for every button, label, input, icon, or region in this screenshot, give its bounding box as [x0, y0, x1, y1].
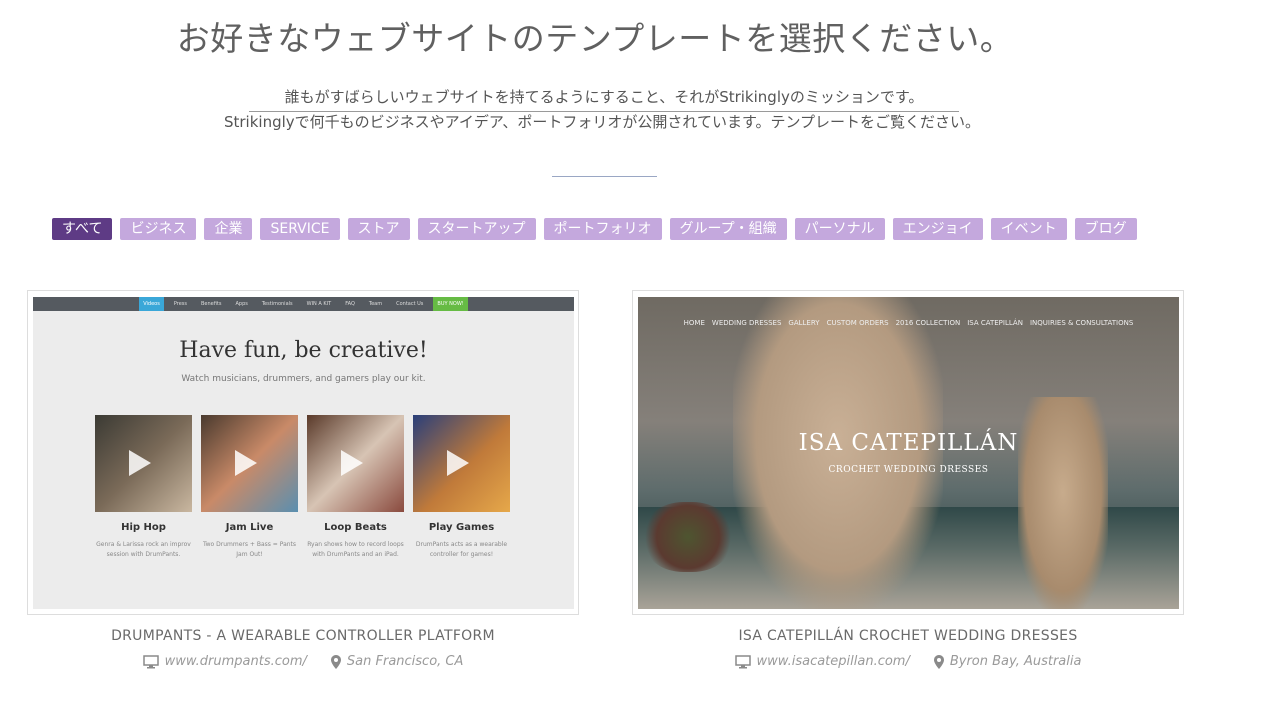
- video-tile: Hip Hop Genra & Larissa rock an improv s…: [95, 415, 192, 560]
- template-card-drumpants[interactable]: Videos Press Benefits Apps Testimonials …: [27, 290, 579, 615]
- thumbnail-logo-subtitle: CROCHET WEDDING DRESSES: [828, 465, 989, 475]
- tile-desc: Ryan shows how to record loops with Drum…: [307, 541, 404, 558]
- description-text: Strikinglyで何千ものビジネスやアイデア、ポートフォリオが公開されていま…: [223, 113, 981, 131]
- thumbnail-nav: Videos Press Benefits Apps Testimonials …: [33, 297, 574, 311]
- video-tile: Jam Live Two Drummers + Bass = Pants Jam…: [201, 415, 298, 560]
- template-card-isacatepillan[interactable]: HOME WEDDING DRESSES GALLERY CUSTOM ORDE…: [632, 290, 1184, 615]
- thumb-nav-item: Benefits: [201, 301, 222, 307]
- filter-personal[interactable]: パーソナル: [794, 218, 885, 240]
- template-title[interactable]: ISA CATEPILLÁN CROCHET WEDDING DRESSES: [632, 628, 1184, 644]
- thumb-nav-item: INQUIRIES & CONSULTATIONS: [1029, 319, 1134, 327]
- mission-text: 誰もがすばらしいウェブサイトを持てるようにすること、それがStrikinglyの…: [249, 86, 959, 112]
- tile-desc: DrumPants acts as a wearable controller …: [415, 541, 508, 558]
- video-image: [307, 415, 404, 512]
- thumb-nav-item: WEDDING DRESSES: [711, 319, 782, 327]
- filter-enjoy[interactable]: エンジョイ: [892, 218, 983, 240]
- tile-desc: Two Drummers + Bass = Pants Jam Out!: [202, 541, 297, 558]
- tile-name: Hip Hop: [121, 522, 166, 533]
- thumb-nav-item: BUY NOW!: [433, 297, 468, 311]
- template-thumbnail[interactable]: HOME WEDDING DRESSES GALLERY CUSTOM ORDE…: [638, 297, 1179, 609]
- page-title: お好きなウェブサイトのテンプレートを選択ください。: [176, 19, 1014, 58]
- video-image: [413, 415, 510, 512]
- thumbnail-heading: Have fun, be creative!: [179, 338, 428, 363]
- thumbnail-tagline: Watch musicians, drummers, and gamers pl…: [181, 374, 426, 384]
- template-title[interactable]: DRUMPANTS - A WEARABLE CONTROLLER PLATFO…: [27, 628, 579, 644]
- filter-group[interactable]: グループ・組織: [669, 218, 787, 240]
- video-tile: Loop Beats Ryan shows how to record loop…: [307, 415, 404, 560]
- monitor-icon: [142, 654, 159, 668]
- thumb-nav-item: Contact Us: [396, 301, 424, 307]
- divider: [552, 176, 657, 177]
- thumb-nav-item: Apps: [235, 301, 248, 307]
- filter-store[interactable]: ストア: [347, 218, 410, 240]
- filter-all[interactable]: すべて: [52, 218, 113, 240]
- tile-name: Play Games: [428, 522, 495, 533]
- play-icon: [447, 450, 469, 476]
- thumb-nav-item: Videos: [139, 297, 164, 311]
- thumb-nav-item: Testimonials: [261, 301, 293, 307]
- thumb-nav-item: CUSTOM ORDERS: [826, 319, 889, 327]
- location-pin-icon: [933, 654, 944, 669]
- template-url[interactable]: www.drumpants.com/: [165, 654, 307, 669]
- thumb-nav-item: Team: [368, 301, 383, 307]
- template-location: Byron Bay, Australia: [949, 654, 1082, 669]
- tile-name: Jam Live: [225, 522, 274, 533]
- location-pin-icon: [330, 654, 341, 669]
- thumbnail-logo: ISA CATEPILLÁN: [798, 430, 1019, 456]
- model-image: [1018, 397, 1108, 609]
- play-icon: [341, 450, 363, 476]
- filter-portfolio[interactable]: ポートフォリオ: [543, 218, 662, 240]
- play-icon: [129, 450, 151, 476]
- thumb-nav-item: 2016 COLLECTION: [895, 319, 961, 327]
- template-meta: www.drumpants.com/ San Francisco, CA: [27, 654, 579, 669]
- bouquet-image: [643, 502, 733, 572]
- filter-business[interactable]: ビジネス: [120, 218, 197, 240]
- thumbnail-nav: HOME WEDDING DRESSES GALLERY CUSTOM ORDE…: [638, 319, 1179, 327]
- tile-desc: Genra & Larissa rock an improv session w…: [96, 541, 191, 558]
- thumb-nav-item: FAQ: [345, 301, 355, 307]
- template-thumbnail[interactable]: Videos Press Benefits Apps Testimonials …: [33, 297, 574, 609]
- video-tile: Play Games DrumPants acts as a wearable …: [413, 415, 510, 560]
- filter-service[interactable]: SERVICE: [260, 218, 340, 240]
- template-location: San Francisco, CA: [346, 654, 464, 669]
- category-filters: すべて ビジネス 企業 SERVICE ストア スタートアップ ポートフォリオ …: [52, 218, 1137, 240]
- video-image: [201, 415, 298, 512]
- template-meta: www.isacatepillan.com/ Byron Bay, Austra…: [632, 654, 1184, 669]
- filter-startup[interactable]: スタートアップ: [417, 218, 536, 240]
- play-icon: [235, 450, 257, 476]
- thumb-nav-item: ISA CATEPILLÁN: [967, 319, 1023, 327]
- filter-company[interactable]: 企業: [204, 218, 253, 240]
- template-url[interactable]: www.isacatepillan.com/: [757, 654, 910, 669]
- thumb-nav-item: GALLERY: [788, 319, 820, 327]
- video-tiles: Hip Hop Genra & Larissa rock an improv s…: [95, 415, 510, 560]
- thumb-nav-item: Press: [173, 301, 187, 307]
- filter-blog[interactable]: ブログ: [1074, 218, 1137, 240]
- monitor-icon: [734, 654, 751, 668]
- filter-event[interactable]: イベント: [990, 218, 1067, 240]
- video-image: [95, 415, 192, 512]
- thumb-nav-item: WIN A KIT: [306, 301, 332, 307]
- tile-name: Loop Beats: [324, 522, 387, 533]
- thumb-nav-item: HOME: [683, 319, 705, 327]
